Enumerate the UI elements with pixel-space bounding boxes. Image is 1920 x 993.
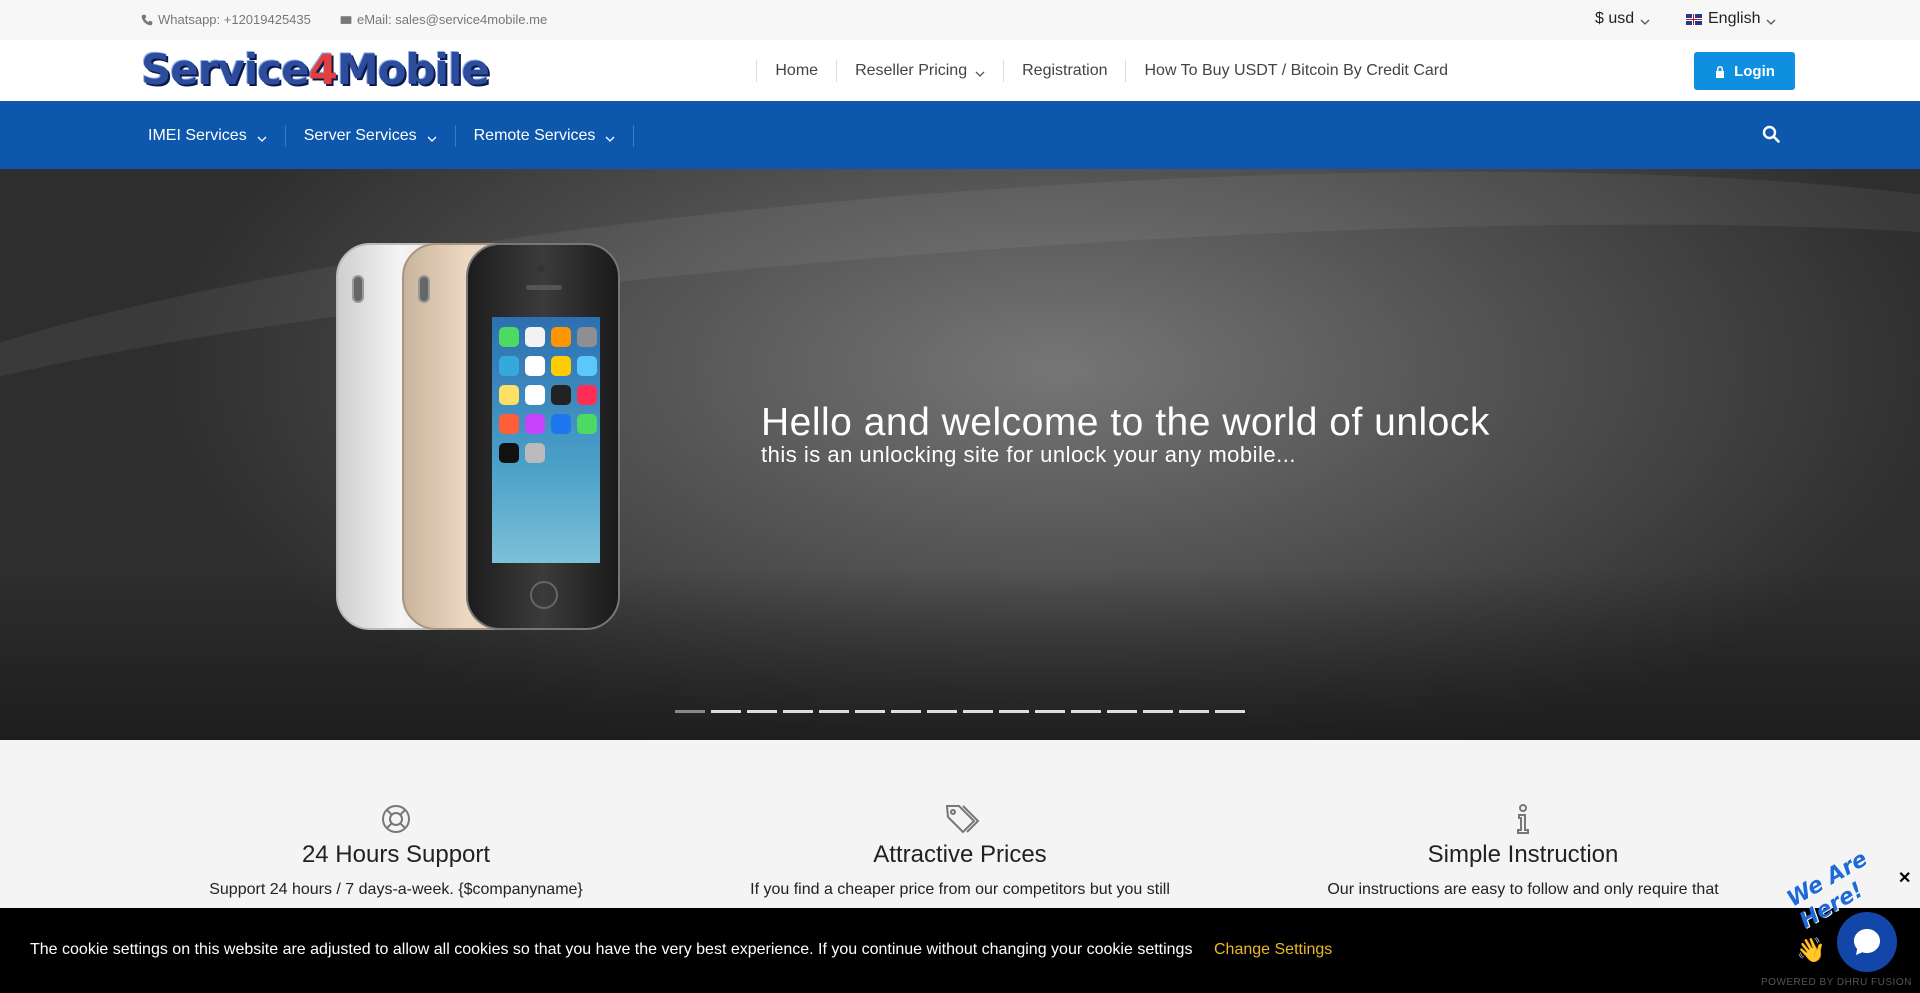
search-icon[interactable]	[1762, 125, 1780, 143]
chevron-down-icon	[427, 131, 437, 142]
slider-dot[interactable]	[927, 710, 957, 713]
powered-by-text: POWERED BY DHRU FUSION	[1761, 977, 1912, 988]
slider-dot[interactable]	[1179, 710, 1209, 713]
logo-text-service: Service	[141, 45, 310, 94]
nav-how-to-buy-label: How To Buy USDT / Bitcoin By Credit Card	[1144, 62, 1448, 79]
nav-reseller-label: Reseller Pricing	[855, 62, 968, 79]
whatsapp-text: Whatsapp: +12019425435	[158, 12, 311, 27]
hero-title: Hello and welcome to the world of unlock	[761, 401, 1490, 444]
feature-text: Our instructions are easy to follow and …	[1327, 881, 1719, 898]
logo-text-mobile: Mobile	[336, 45, 490, 94]
nav-home-label: Home	[775, 62, 819, 79]
slider-dot[interactable]	[855, 710, 885, 713]
nav-server-label: Server Services	[303, 127, 417, 144]
slider-dot[interactable]	[1035, 710, 1065, 713]
slider-dot[interactable]	[819, 710, 849, 713]
phone-speaker	[526, 285, 562, 290]
nav-remote-label: Remote Services	[473, 127, 596, 144]
whatsapp-contact[interactable]: Whatsapp: +12019425435	[141, 12, 311, 27]
site-header: Service4Mobile Home Reseller Pricing Reg…	[0, 40, 1920, 101]
nav-home[interactable]: Home	[756, 60, 836, 82]
hero-slider: Hello and welcome to the world of unlock…	[0, 169, 1920, 740]
language-label: English	[1708, 10, 1761, 27]
chevron-down-icon	[1766, 14, 1776, 25]
feature-prices: Attractive Prices If you find a cheaper …	[710, 803, 1210, 899]
language-selector[interactable]: English	[1686, 10, 1776, 28]
tags-icon	[944, 803, 980, 835]
slider-dot[interactable]	[675, 710, 705, 713]
nav-imei-label: IMEI Services	[148, 127, 247, 144]
cookie-text: The cookie settings on this website are …	[30, 941, 1193, 958]
lifebuoy-icon	[380, 803, 412, 835]
nav-registration[interactable]: Registration	[1003, 60, 1125, 82]
chat-button[interactable]	[1837, 912, 1897, 972]
hero-floor-shadow	[0, 570, 1920, 740]
services-menu: IMEI Services Server Services Remote Ser…	[130, 125, 635, 147]
envelope-icon	[340, 15, 352, 24]
feature-instruction: Simple Instruction Our instructions are …	[1273, 803, 1773, 899]
slider-dot[interactable]	[891, 710, 921, 713]
uk-flag-icon	[1686, 13, 1702, 25]
nav-reseller-pricing[interactable]: Reseller Pricing	[836, 60, 1003, 82]
slider-dot[interactable]	[1071, 710, 1101, 713]
phone-icon	[141, 14, 153, 25]
nav-server-services[interactable]: Server Services	[286, 125, 456, 147]
chevron-down-icon	[975, 66, 985, 77]
nav-remote-services[interactable]: Remote Services	[456, 125, 635, 147]
feature-text: If you find a cheaper price from our com…	[750, 881, 1170, 898]
services-nav-bar: IMEI Services Server Services Remote Ser…	[0, 101, 1920, 169]
chevron-down-icon	[257, 131, 267, 142]
top-bar: Whatsapp: +12019425435 eMail: sales@serv…	[0, 0, 1920, 40]
logo-text-four: 4	[308, 45, 338, 94]
feature-support: 24 Hours Support Support 24 hours / 7 da…	[146, 803, 646, 899]
feature-title: Attractive Prices	[873, 841, 1047, 868]
front-camera	[538, 265, 545, 272]
chevron-down-icon	[605, 131, 615, 142]
nav-imei-services[interactable]: IMEI Services	[130, 125, 286, 147]
login-label: Login	[1734, 62, 1775, 80]
hero-subtitle: this is an unlocking site for unlock you…	[761, 442, 1296, 467]
slider-dot[interactable]	[1143, 710, 1173, 713]
info-icon	[1507, 803, 1539, 835]
currency-selector[interactable]: $ usd	[1595, 10, 1650, 28]
home-button	[530, 581, 558, 609]
nav-how-to-buy[interactable]: How To Buy USDT / Bitcoin By Credit Card	[1125, 60, 1466, 82]
chat-bubble-icon	[1854, 929, 1880, 955]
nav-registration-label: Registration	[1022, 62, 1108, 79]
phone-screen	[492, 317, 600, 563]
email-contact[interactable]: eMail: sales@service4mobile.me	[340, 12, 547, 27]
slider-dot[interactable]	[963, 710, 993, 713]
site-logo[interactable]: Service4Mobile	[141, 45, 490, 94]
login-button[interactable]: Login	[1694, 52, 1795, 90]
slider-dot[interactable]	[747, 710, 777, 713]
slider-dot[interactable]	[711, 710, 741, 713]
slider-dot[interactable]	[999, 710, 1029, 713]
slider-pagination	[675, 710, 1245, 713]
feature-title: Simple Instruction	[1427, 841, 1619, 868]
currency-label: $ usd	[1595, 10, 1635, 27]
feature-title: 24 Hours Support	[301, 841, 491, 868]
slider-dot[interactable]	[783, 710, 813, 713]
black-phone-image	[466, 243, 620, 630]
camera-lens	[418, 275, 430, 303]
camera-lens	[352, 275, 364, 303]
chevron-down-icon	[1640, 14, 1650, 25]
slider-dot[interactable]	[1215, 710, 1245, 713]
email-text: eMail: sales@service4mobile.me	[357, 12, 548, 27]
change-settings-link[interactable]: Change Settings	[1214, 941, 1332, 959]
feature-text: Support 24 hours / 7 days-a-week. {$comp…	[209, 881, 583, 898]
slider-dot[interactable]	[1107, 710, 1137, 713]
waving-hand-icon: 👋	[1796, 937, 1826, 964]
main-nav: Home Reseller Pricing Registration How T…	[756, 60, 1466, 82]
cookie-banner: The cookie settings on this website are …	[0, 908, 1920, 993]
lock-icon	[1716, 65, 1725, 78]
